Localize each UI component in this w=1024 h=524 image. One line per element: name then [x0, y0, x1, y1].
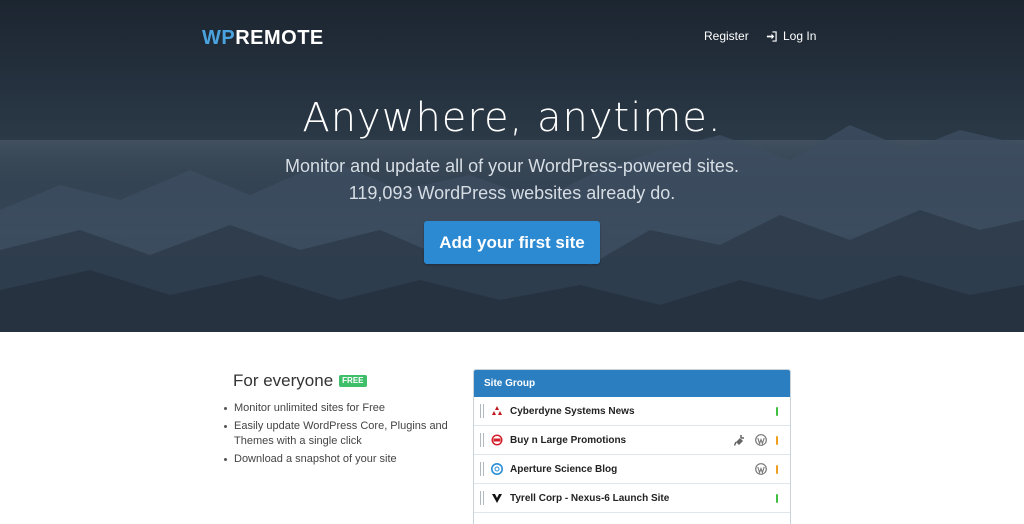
hero-subline-count: 119,093 WordPress websites already do.: [348, 183, 676, 203]
hero-banner: WPREMOTE Register Log In Anywhere, anyti…: [0, 0, 1024, 332]
login-label: Log In: [783, 29, 817, 43]
hero-headline: Anywhere, anytime.: [302, 95, 722, 141]
drag-handle-icon[interactable]: [480, 433, 484, 447]
status-indicator: [776, 493, 778, 503]
wpremote-logo[interactable]: WPREMOTE: [202, 27, 324, 50]
status-indicator: [776, 435, 778, 445]
feature-item: Easily update WordPress Core, Plugins an…: [223, 419, 458, 449]
site-name: Cyberdyne Systems News: [510, 405, 635, 417]
hero-subline-description: Monitor and update all of your WordPress…: [285, 156, 739, 176]
buy-n-large-logo-icon: [491, 434, 503, 446]
features-list: Monitor unlimited sites for Free Easily …: [223, 401, 458, 470]
drag-handle-icon[interactable]: [480, 404, 484, 418]
site-group-panel: Site Group Cyberdyne Systems News Buy n …: [473, 369, 791, 524]
drag-handle-icon[interactable]: [480, 491, 484, 505]
logo-prefix: WP: [202, 27, 236, 49]
site-name: Tyrell Corp - Nexus-6 Launch Site: [510, 492, 670, 504]
features-title: For everyone: [233, 371, 334, 390]
wordpress-icon[interactable]: [755, 434, 767, 446]
add-first-site-button[interactable]: Add your first site: [424, 221, 600, 264]
site-group-header: Site Group: [474, 370, 790, 397]
aperture-logo-icon: [491, 463, 503, 475]
site-row-cyberdyne[interactable]: Cyberdyne Systems News: [474, 397, 790, 426]
site-row-tyrell[interactable]: Tyrell Corp - Nexus-6 Launch Site: [474, 484, 790, 513]
plugin-icon[interactable]: [734, 434, 746, 446]
site-row-aperture[interactable]: Aperture Science Blog: [474, 455, 790, 484]
tyrell-logo-icon: [492, 494, 502, 503]
site-name: Buy n Large Promotions: [510, 434, 627, 446]
features-heading: For everyone FREE: [233, 371, 367, 391]
feature-item: Monitor unlimited sites for Free: [223, 401, 458, 416]
status-indicator: [776, 464, 778, 474]
drag-handle-icon[interactable]: [480, 462, 484, 476]
register-link[interactable]: Register: [704, 29, 749, 43]
feature-item: Download a snapshot of your site: [223, 452, 458, 467]
free-badge: FREE: [339, 375, 367, 387]
login-link[interactable]: Log In: [766, 29, 816, 43]
login-arrow-icon: [766, 30, 777, 42]
site-name: Aperture Science Blog: [510, 463, 618, 475]
status-indicator: [776, 406, 778, 416]
cyberdyne-logo-icon: [492, 406, 502, 415]
site-row-buy-n-large[interactable]: Buy n Large Promotions: [474, 426, 790, 455]
wordpress-icon[interactable]: [755, 463, 767, 475]
logo-suffix: REMOTE: [235, 27, 324, 49]
